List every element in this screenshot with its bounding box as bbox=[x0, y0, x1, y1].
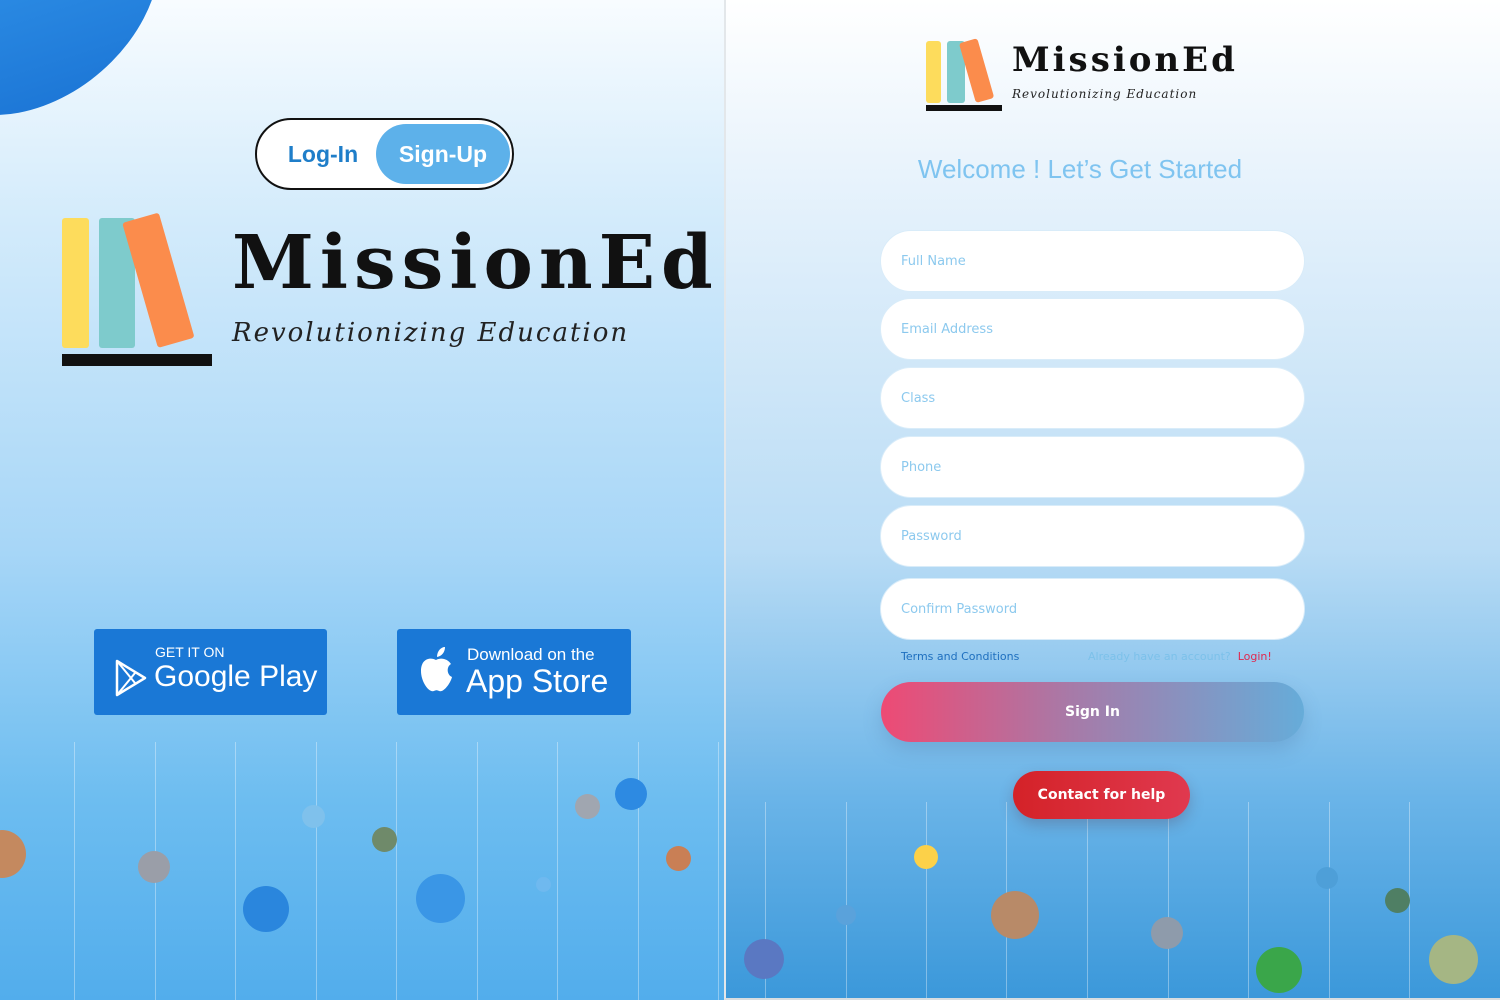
welcome-heading: Welcome ! Let’s Get Started bbox=[917, 154, 1243, 184]
decor-dot bbox=[615, 778, 647, 810]
class-input[interactable] bbox=[880, 367, 1305, 429]
decor-dot bbox=[991, 891, 1039, 939]
brand-tagline: Revolutionizing Education bbox=[1012, 87, 1198, 101]
decor-dot bbox=[914, 845, 938, 869]
decor-dot bbox=[1256, 947, 1302, 993]
decor-dot bbox=[575, 794, 600, 819]
decor-dot bbox=[836, 905, 856, 925]
right-panel bbox=[724, 0, 1500, 1000]
full-name-input[interactable] bbox=[880, 230, 1305, 292]
decor-dot bbox=[1385, 888, 1410, 913]
google-play-button[interactable]: GET IT ON Google Play bbox=[94, 629, 327, 715]
decor-dot bbox=[1151, 917, 1183, 949]
login-link[interactable]: Login bbox=[1238, 650, 1268, 663]
decor-dot bbox=[666, 846, 691, 871]
email-input[interactable] bbox=[880, 298, 1305, 360]
decor-dot bbox=[1429, 935, 1478, 984]
confirm-password-input[interactable] bbox=[880, 578, 1305, 640]
decor-lines bbox=[0, 742, 724, 1000]
contact-help-button[interactable]: Contact for help bbox=[1013, 771, 1190, 819]
password-input[interactable] bbox=[880, 505, 1305, 567]
decor-lines bbox=[726, 802, 1500, 998]
brand-logo-small: MissionEd Revolutionizing Education bbox=[926, 38, 1235, 116]
books-icon bbox=[926, 41, 941, 103]
google-play-icon bbox=[115, 659, 147, 697]
terms-link[interactable]: Terms and Conditions bbox=[901, 650, 1019, 663]
decor-dot bbox=[302, 805, 325, 828]
corner-decoration bbox=[0, 0, 165, 115]
decor-dot bbox=[138, 851, 170, 883]
tab-signup[interactable]: Sign-Up bbox=[376, 124, 510, 184]
sign-in-button[interactable]: Sign In bbox=[881, 682, 1304, 742]
app-store-small-label: Download on the bbox=[467, 645, 595, 664]
shelf-icon bbox=[926, 105, 1002, 111]
have-account-text: Already have an account? bbox=[1088, 650, 1231, 663]
login-prompt: Already have an account? Login! bbox=[1088, 650, 1272, 663]
shelf-icon bbox=[62, 354, 212, 366]
tab-login[interactable]: Log-In bbox=[263, 124, 383, 184]
phone-input[interactable] bbox=[880, 436, 1305, 498]
decor-dot bbox=[372, 827, 397, 852]
brand-logo-large: MissionEd Revolutionizing Education bbox=[62, 212, 713, 374]
brand-tagline: Revolutionizing Education bbox=[232, 318, 630, 348]
decor-dot bbox=[243, 886, 289, 932]
decor-dot bbox=[744, 939, 784, 979]
brand-name: MissionEd bbox=[232, 220, 719, 306]
login-suffix: ! bbox=[1267, 650, 1272, 663]
books-icon bbox=[62, 218, 89, 348]
auth-toggle: Log-In Sign-Up bbox=[255, 118, 514, 190]
app-store-button[interactable]: Download on the App Store bbox=[397, 629, 631, 715]
apple-icon bbox=[421, 647, 452, 692]
decor-dot bbox=[416, 874, 465, 923]
decor-dot bbox=[1316, 867, 1338, 889]
decor-dot bbox=[536, 877, 551, 892]
brand-name: MissionEd bbox=[1012, 40, 1238, 80]
google-play-small-label: GET IT ON bbox=[155, 644, 225, 660]
app-store-big-label: App Store bbox=[466, 663, 609, 699]
google-play-big-label: Google Play bbox=[154, 660, 318, 693]
